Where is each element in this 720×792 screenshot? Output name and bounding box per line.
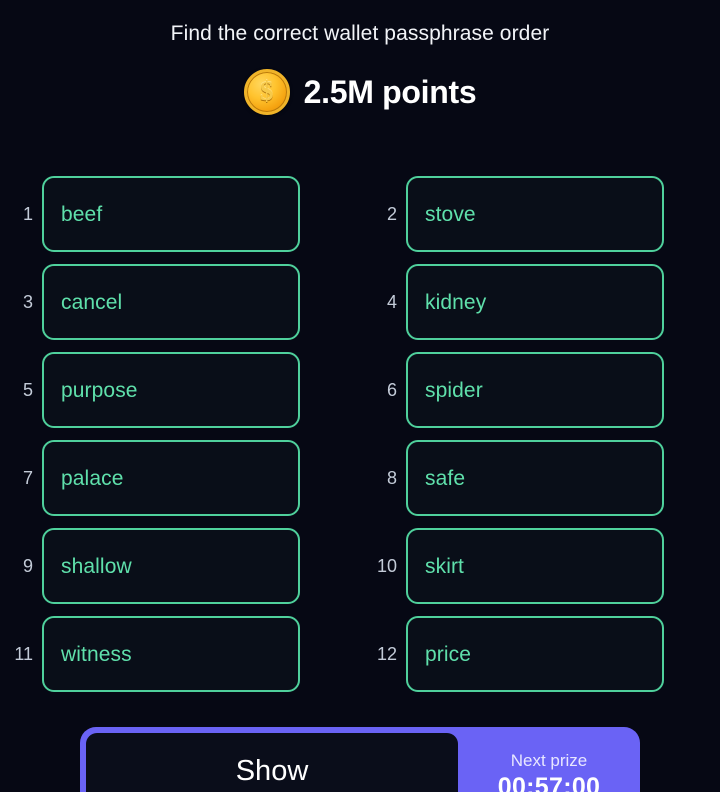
word-index-4: 4 <box>386 292 397 312</box>
word-tile-11[interactable]: witness <box>42 616 300 692</box>
gold-coin-dollar-icon <box>243 69 290 115</box>
word-label-6: spider <box>425 378 483 402</box>
word-label-10: skirt <box>425 554 464 578</box>
word-row: 11 witness 12 price <box>0 616 720 704</box>
word-tile-2[interactable]: stove <box>406 176 664 252</box>
word-index-11: 11 <box>14 644 33 664</box>
word-row: 1 beef 2 stove <box>0 176 720 264</box>
word-tile-8[interactable]: safe <box>406 440 664 516</box>
word-index-9: 9 <box>22 556 33 576</box>
word-index-7: 7 <box>22 468 33 488</box>
word-row: 9 shallow 10 skirt <box>0 528 720 616</box>
word-row: 3 cancel 4 kidney <box>0 264 720 352</box>
passphrase-word-grid: 1 beef 2 stove 3 cancel 4 kidney 5 purpo… <box>0 176 720 704</box>
word-tile-7[interactable]: palace <box>42 440 300 516</box>
word-slot-12: 12 price <box>360 616 720 692</box>
word-label-5: purpose <box>61 378 138 402</box>
word-slot-2: 2 stove <box>360 176 720 252</box>
word-index-5: 5 <box>22 380 33 400</box>
word-tile-1[interactable]: beef <box>42 176 300 252</box>
word-tile-4[interactable]: kidney <box>406 264 664 340</box>
word-tile-10[interactable]: skirt <box>406 528 664 604</box>
word-index-2: 2 <box>386 204 397 224</box>
word-tile-6[interactable]: spider <box>406 352 664 428</box>
word-index-6: 6 <box>386 380 397 400</box>
word-index-12: 12 <box>376 644 397 664</box>
word-index-3: 3 <box>22 292 33 312</box>
app-screen: Find the correct wallet passphrase order… <box>0 0 720 792</box>
word-index-1: 1 <box>22 204 33 224</box>
word-tile-5[interactable]: purpose <box>42 352 300 428</box>
word-slot-4: 4 kidney <box>360 264 720 340</box>
word-row: 7 palace 8 safe <box>0 440 720 528</box>
word-slot-6: 6 spider <box>360 352 720 428</box>
word-slot-7: 7 palace <box>0 440 360 516</box>
word-row: 5 purpose 6 spider <box>0 352 720 440</box>
word-tile-3[interactable]: cancel <box>42 264 300 340</box>
next-prize-label: Next prize <box>510 751 588 770</box>
word-label-8: safe <box>425 466 466 490</box>
word-label-2: stove <box>425 202 476 226</box>
bottom-action-bar: Show Next prize 00:57:00 <box>80 727 640 792</box>
next-prize-panel[interactable]: Next prize 00:57:00 <box>458 727 640 792</box>
word-index-10: 10 <box>376 556 397 576</box>
word-slot-8: 8 safe <box>360 440 720 516</box>
word-slot-3: 3 cancel <box>0 264 360 340</box>
word-slot-1: 1 beef <box>0 176 360 252</box>
word-label-4: kidney <box>425 290 487 314</box>
word-label-9: shallow <box>61 554 132 578</box>
word-label-3: cancel <box>61 290 123 314</box>
word-slot-11: 11 witness <box>0 616 360 692</box>
word-slot-5: 5 purpose <box>0 352 360 428</box>
word-tile-12[interactable]: price <box>406 616 664 692</box>
word-label-1: beef <box>61 202 103 226</box>
word-index-8: 8 <box>386 468 397 488</box>
word-label-11: witness <box>61 642 132 666</box>
page-title: Find the correct wallet passphrase order <box>170 22 550 45</box>
word-slot-10: 10 skirt <box>360 528 720 604</box>
next-prize-timer: 00:57:00 <box>497 773 601 792</box>
points-value: 2.5M points <box>303 74 477 110</box>
word-label-12: price <box>425 642 472 666</box>
word-tile-9[interactable]: shallow <box>42 528 300 604</box>
word-label-7: palace <box>61 466 124 490</box>
show-button[interactable]: Show <box>86 733 458 792</box>
points-row: 2.5M points <box>0 66 720 118</box>
word-slot-9: 9 shallow <box>0 528 360 604</box>
